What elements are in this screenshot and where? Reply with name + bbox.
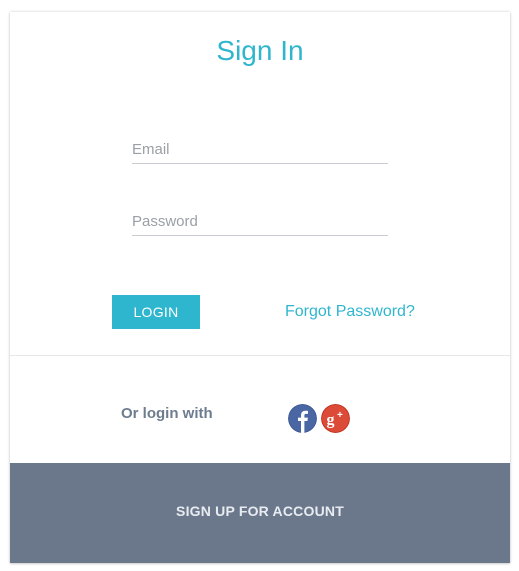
google-plus-icon[interactable]: g + — [321, 404, 350, 433]
social-login-label: Or login with — [121, 405, 213, 422]
password-field-wrapper — [132, 208, 388, 238]
forgot-password-link[interactable]: Forgot Password? — [285, 303, 415, 321]
email-field-wrapper — [132, 136, 388, 166]
svg-text:+: + — [337, 410, 343, 421]
login-button[interactable]: LOGIN — [112, 295, 200, 329]
svg-text:g: g — [327, 412, 335, 429]
divider — [10, 355, 510, 356]
signup-link[interactable]: SIGN UP FOR ACCOUNT — [10, 503, 510, 519]
sign-in-card: Sign In LOGIN Forgot Password? Or login … — [10, 12, 510, 563]
password-field[interactable] — [132, 208, 388, 236]
email-field[interactable] — [132, 136, 388, 164]
signup-footer: SIGN UP FOR ACCOUNT — [10, 463, 510, 563]
facebook-icon[interactable] — [288, 404, 317, 433]
page-title: Sign In — [216, 35, 304, 66]
